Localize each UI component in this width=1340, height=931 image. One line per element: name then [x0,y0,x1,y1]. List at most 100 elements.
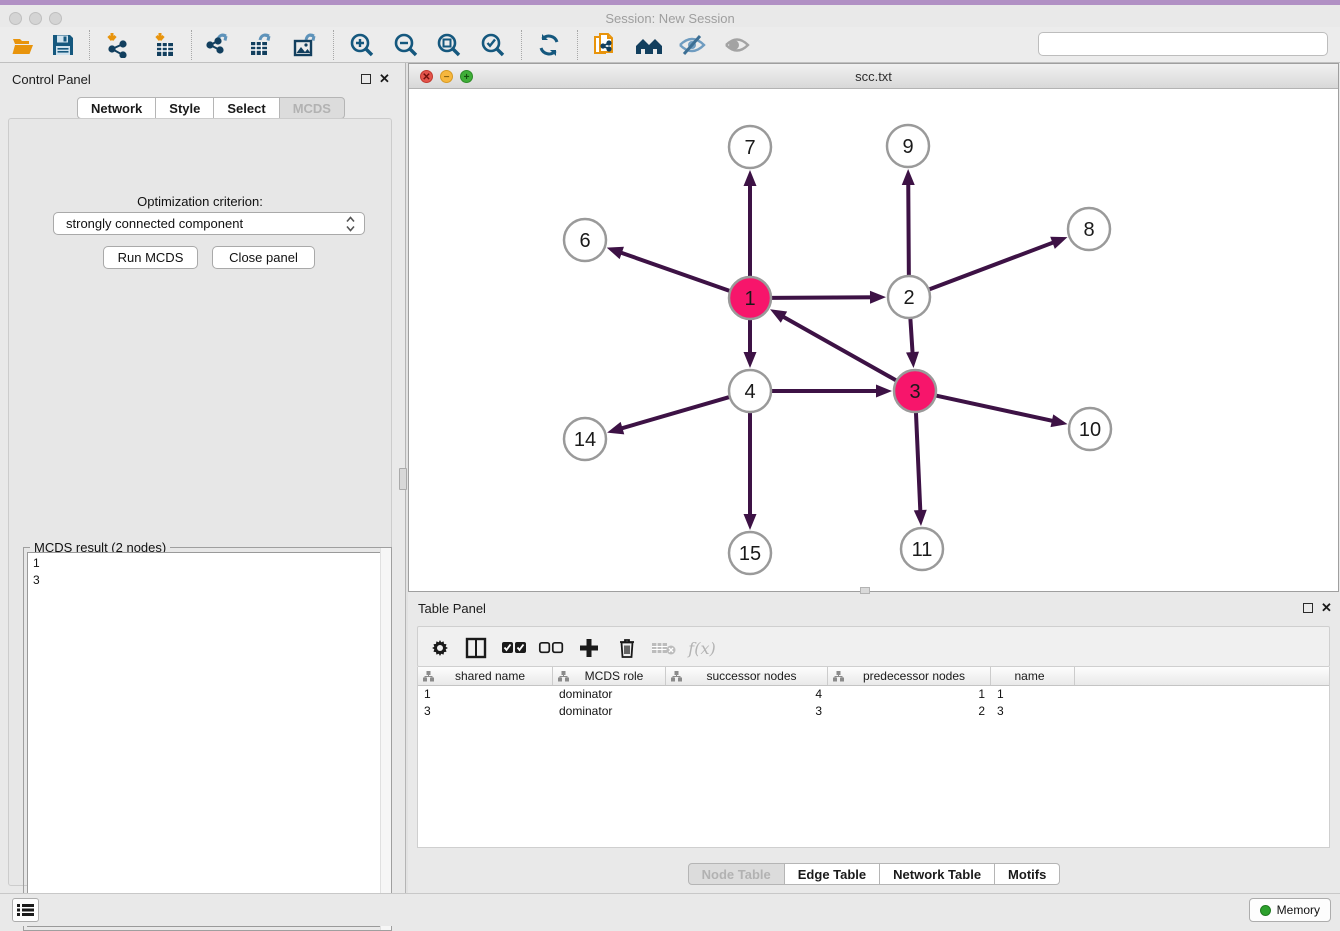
graph-node-label: 7 [744,137,755,159]
unselect-all-columns-icon[interactable] [537,634,565,662]
column-header-name[interactable]: name [991,667,1075,685]
graph-edge-2-8[interactable] [930,240,1059,289]
save-session-icon[interactable] [49,31,77,59]
show-all-icon[interactable] [723,31,751,59]
export-image-icon[interactable] [291,31,319,59]
graph-arrowhead [1050,237,1067,249]
network-window-titlebar[interactable]: ✕ − + scc.txt [409,64,1338,89]
gear-icon[interactable] [426,634,454,662]
column-header-MCDS-role[interactable]: MCDS role [553,667,666,685]
network-view-window: ✕ − + scc.txt 7968124314101511 [408,63,1339,592]
table-body: 1dominator4113dominator323 [418,686,1329,720]
tab-motifs[interactable]: Motifs [995,863,1060,885]
vertical-splitter-grip[interactable] [399,468,407,490]
function-builder-icon: f(x) [688,634,716,662]
graph-edge-4-14[interactable] [616,397,729,430]
node-table[interactable]: shared nameMCDS rolesuccessor nodesprede… [417,667,1330,848]
control-panel-tabs: Network Style Select MCDS [77,97,345,119]
open-session-icon[interactable] [9,31,37,59]
toolbar-separator [191,30,192,60]
column-layout-icon[interactable] [462,634,490,662]
graph-node-label: 6 [579,230,590,252]
graph-node-label: 10 [1079,419,1101,441]
graph-arrowhead [906,352,919,368]
graph-node-label: 15 [739,543,761,565]
refresh-icon[interactable] [535,31,563,59]
tab-select[interactable]: Select [214,97,279,119]
add-column-icon[interactable] [575,634,603,662]
table-cell[interactable]: 2 [828,703,991,720]
tab-network[interactable]: Network [77,97,156,119]
optimization-criterion-select[interactable]: strongly connected component [53,212,365,235]
run-mcds-button[interactable]: Run MCDS [103,246,198,269]
delete-column-icon[interactable] [613,634,641,662]
tab-node-table[interactable]: Node Table [688,863,785,885]
select-all-columns-icon[interactable] [500,634,528,662]
table-row[interactable]: 3dominator323 [418,703,1329,720]
memory-label: Memory [1277,903,1320,917]
close-panel-icon[interactable]: ✕ [379,74,390,84]
graph-node-label: 14 [574,429,596,451]
result-scrollbar[interactable] [380,548,391,930]
table-cell[interactable]: 1 [991,686,1075,703]
zoom-out-icon[interactable] [392,31,420,59]
optimization-criterion-value: strongly connected component [66,216,243,231]
table-row[interactable]: 1dominator411 [418,686,1329,703]
close-panel-button[interactable]: Close panel [212,246,315,269]
column-header-filler [1075,667,1329,685]
close-table-panel-icon[interactable]: ✕ [1321,603,1332,613]
graph-edge-1-2[interactable] [772,297,877,298]
export-network-icon[interactable] [204,31,232,59]
graph-node-label: 11 [912,539,933,561]
float-panel-icon[interactable] [361,74,371,84]
chevron-updown-icon [345,215,356,233]
graph-edge-1-6[interactable] [615,251,729,291]
import-table-icon[interactable] [151,31,179,59]
horizontal-splitter-grip[interactable] [860,587,870,594]
table-cell[interactable]: 4 [666,686,828,703]
zoom-in-icon[interactable] [348,31,376,59]
toolbar-separator [333,30,334,60]
table-cell[interactable]: 1 [418,686,553,703]
column-header-shared-name[interactable]: shared name [418,667,553,685]
graph-edge-3-10[interactable] [936,396,1058,423]
float-table-panel-icon[interactable] [1303,603,1313,613]
tab-mcds[interactable]: MCDS [280,97,345,119]
main-toolbar [0,27,1340,63]
hide-selected-icon[interactable] [678,31,706,59]
table-panel: Table Panel ✕ f(x) shared nameMCDS roles… [408,596,1340,893]
duplicate-network-icon[interactable] [591,31,619,59]
table-cell[interactable]: dominator [553,686,666,703]
table-cell[interactable]: 3 [418,703,553,720]
table-cell[interactable]: 3 [991,703,1075,720]
network-graph[interactable]: 7968124314101511 [409,89,1338,591]
graph-edge-3-1[interactable] [778,314,896,380]
mcds-result-text[interactable]: 1 3 [27,552,388,927]
first-neighbors-icon[interactable] [635,31,663,59]
import-network-icon[interactable] [103,31,131,59]
delete-table-icon [650,634,678,662]
table-cell[interactable]: 3 [666,703,828,720]
graph-node-label: 1 [744,288,755,310]
graph-node-label: 3 [909,381,920,403]
zoom-fit-icon[interactable] [435,31,463,59]
column-header-predecessor-nodes[interactable]: predecessor nodes [828,667,991,685]
zoom-selected-icon[interactable] [479,31,507,59]
search-input[interactable] [1038,32,1328,56]
graph-edge-2-9[interactable] [908,178,909,275]
graph-node-label: 4 [744,381,755,403]
memory-button[interactable]: Memory [1249,898,1331,922]
toolbar-separator [89,30,90,60]
tab-edge-table[interactable]: Edge Table [785,863,880,885]
column-header-successor-nodes[interactable]: successor nodes [666,667,828,685]
tab-style[interactable]: Style [156,97,214,119]
mcds-result-group: MCDS result (2 nodes) 1 3 [23,547,392,931]
list-icon [17,903,34,917]
graph-node-label: 8 [1083,219,1094,241]
graph-edge-3-11[interactable] [916,413,921,517]
panel-list-button[interactable] [12,898,39,922]
table-cell[interactable]: dominator [553,703,666,720]
table-cell[interactable]: 1 [828,686,991,703]
tab-network-table[interactable]: Network Table [880,863,995,885]
export-table-icon[interactable] [247,31,275,59]
